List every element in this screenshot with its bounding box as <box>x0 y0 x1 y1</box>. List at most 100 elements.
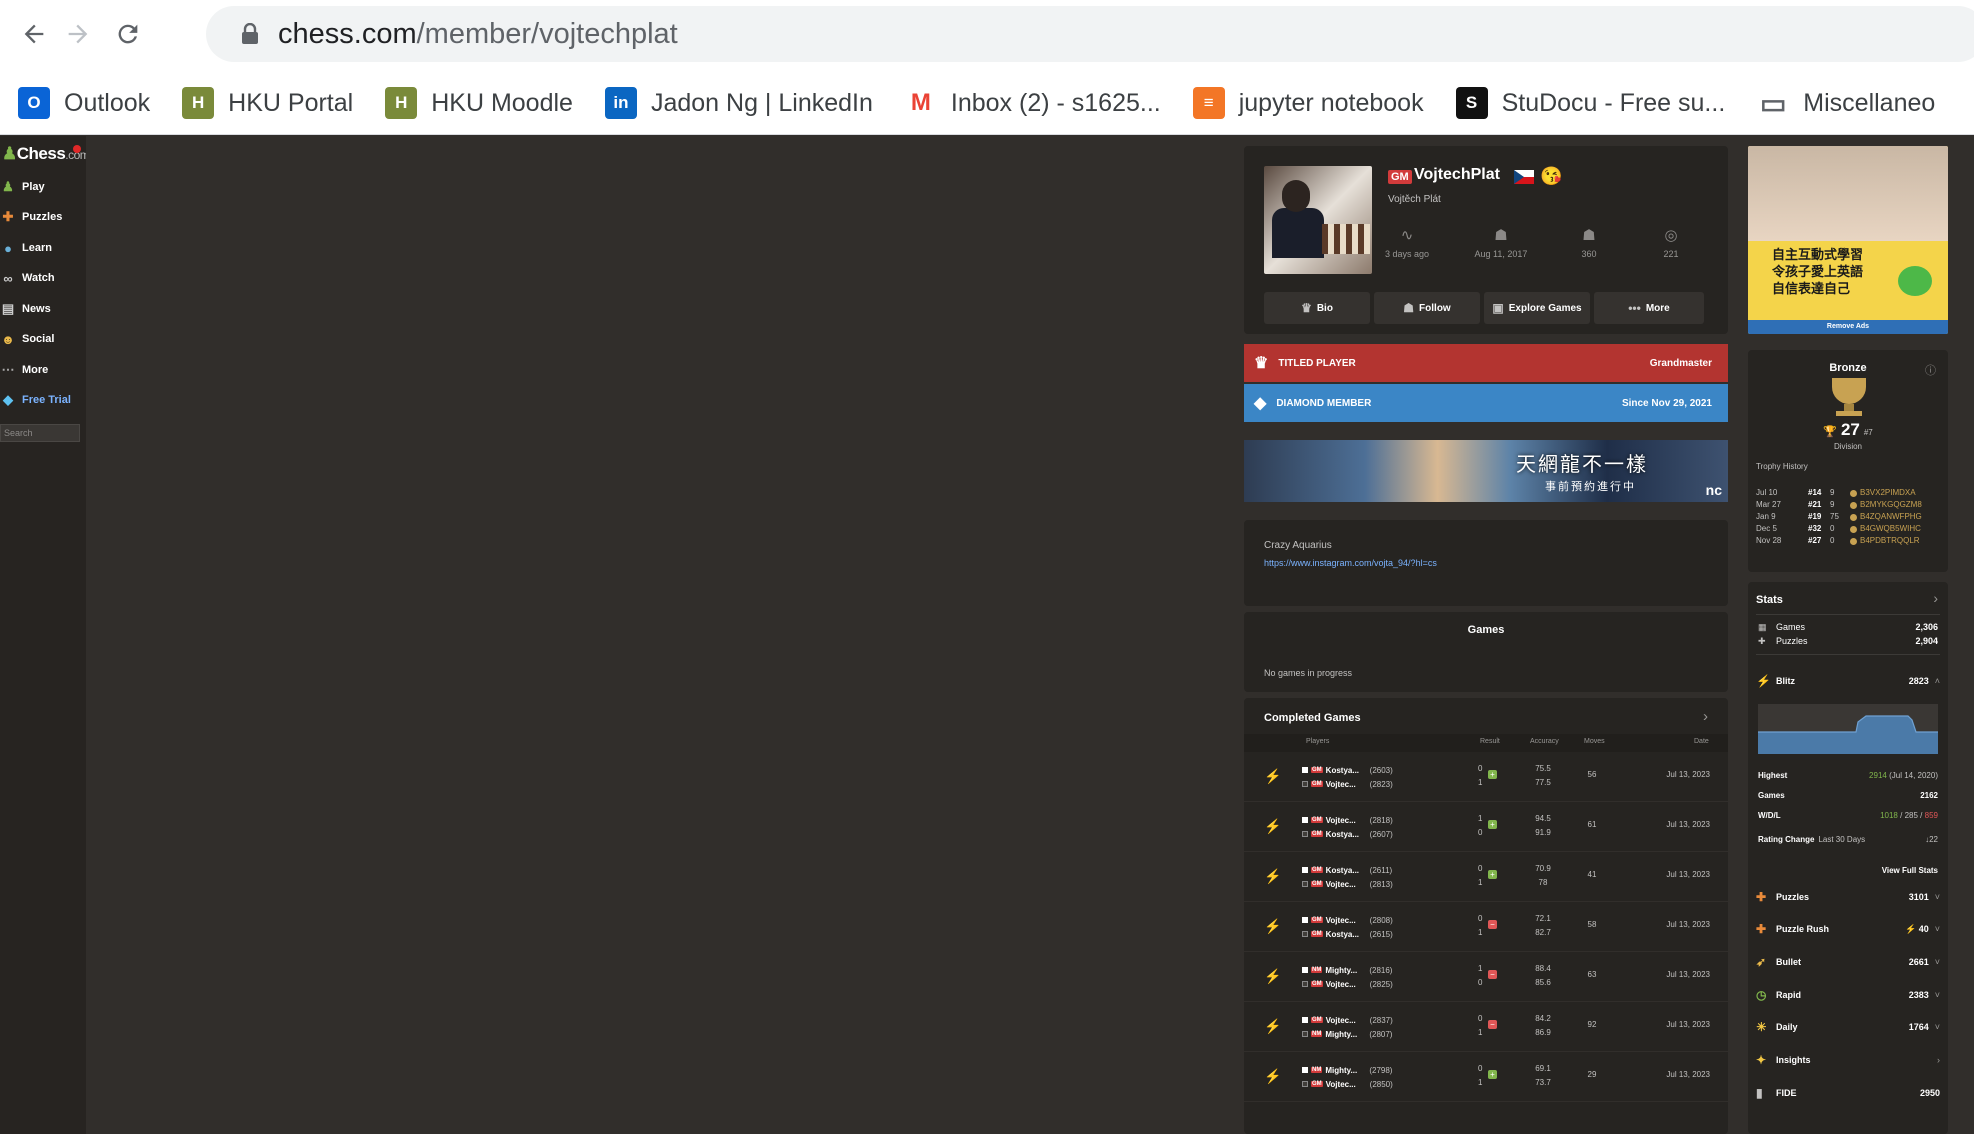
change-period: Last 30 Days <box>1818 834 1866 844</box>
sidebar-item-social[interactable]: ☻ Social <box>0 328 86 350</box>
stat-value: 2950 <box>1919 1088 1940 1098</box>
bookmark-outlook[interactable]: O Outlook <box>18 87 150 119</box>
forward-icon[interactable] <box>58 14 98 54</box>
reload-icon[interactable] <box>108 14 148 54</box>
blitz-row[interactable]: ⚡ Blitz 2823 ˄ <box>1756 670 1940 692</box>
stats-row-bullet[interactable]: ➶ Bullet 2661 ˅ <box>1756 951 1940 973</box>
game-row[interactable]: ⚡ GM Kostya... (2611) GM Vojtec... (2813) 0 1 +70… <box>1244 852 1728 902</box>
game-date: Jul 13, 2023 <box>1666 870 1710 879</box>
info-icon[interactable]: ⓘ <box>1925 362 1936 378</box>
chevron-down-icon: ˅ <box>1934 892 1940 902</box>
outlook-icon: O <box>18 87 50 119</box>
game-row[interactable]: ⚡ GM Vojtec... (2818) GM Kostya... (2607) 1 0 +94… <box>1244 802 1728 852</box>
side-ad[interactable]: 自主互動式學習 令孩子愛上英語 自信表達自己 Remove Ads <box>1748 146 1948 334</box>
player-black[interactable]: GM Kostya... (2615) <box>1302 928 1393 940</box>
player-white[interactable]: NM Mighty... (2816) <box>1302 964 1392 976</box>
player-black[interactable]: GM Vojtec... (2823) <box>1302 778 1393 790</box>
bookmark-jupyter[interactable]: ≡ jupyter notebook <box>1192 87 1424 119</box>
game-row[interactable]: ⚡ NM Mighty... (2816) GM Vojtec... (2825) 1 0− 88… <box>1244 952 1728 1002</box>
player-black[interactable]: GM Kostya... (2607) <box>1302 828 1393 840</box>
trophy-history-row[interactable]: Jan 9 #19 75 B4ZQANWFPHG <box>1756 512 1946 524</box>
sidebar-item-play[interactable]: ♟ Play <box>0 176 86 198</box>
game-row[interactable]: ⚡ GM Kostya... (2603) GM Vojtec... (2823) 0 1 +75… <box>1244 752 1728 802</box>
stats-row-rapid[interactable]: ◷ Rapid 2383 ˅ <box>1756 984 1940 1006</box>
bookmark-folder[interactable]: ▭ Miscellaneo <box>1757 87 1935 119</box>
bookmark-label: HKU Moodle <box>431 88 573 117</box>
game-row[interactable]: ⚡ GM Vojtec... (2808) GM Kostya... (2615) 0 1− 72… <box>1244 902 1728 952</box>
bookmark-linkedin[interactable]: in Jadon Ng | LinkedIn <box>604 87 873 119</box>
bookmark-gmail[interactable]: M Inbox (2) - s1625... <box>904 87 1161 119</box>
stats-title[interactable]: Stats <box>1756 594 1783 606</box>
completed-games-title[interactable]: Completed Games <box>1264 712 1361 724</box>
stats-row-insights[interactable]: ✦ Insights › <box>1756 1049 1940 1071</box>
history-rank: #27 <box>1808 536 1822 545</box>
blitz-rating-change: Rating Change Last 30 Days ↓22 <box>1758 832 1938 846</box>
accuracy-black: 73.7 <box>1535 1078 1551 1087</box>
stats-row-daily[interactable]: ☀ Daily 1764 ˅ <box>1756 1016 1940 1038</box>
sidebar-item-more[interactable]: ⋯ More <box>0 359 86 381</box>
player-name: Vojtec... <box>1325 915 1356 925</box>
sidebar-item-news[interactable]: ▤ News <box>0 298 86 320</box>
more-button[interactable]: ••• More <box>1594 292 1704 324</box>
player-white[interactable]: NM Mighty... (2798) <box>1302 1064 1392 1076</box>
sidebar-item-learn[interactable]: ● Learn <box>0 237 86 259</box>
explore-games-button[interactable]: ▣ Explore Games <box>1484 292 1590 324</box>
player-white[interactable]: GM Vojtec... (2808) <box>1302 914 1393 926</box>
stat-value: 2383 <box>1908 990 1929 1000</box>
result-black: 1 <box>1478 1028 1483 1037</box>
bookmark-hku-moodle[interactable]: H HKU Moodle <box>385 87 573 119</box>
player-black[interactable]: GM Vojtec... (2813) <box>1302 878 1393 890</box>
player-white[interactable]: GM Vojtec... (2818) <box>1302 814 1393 826</box>
bio-button[interactable]: ♛ Bio <box>1264 292 1370 324</box>
diamond-member-banner[interactable]: ◆ DIAMOND MEMBER Since Nov 29, 2021 <box>1244 384 1728 422</box>
chevron-right-icon[interactable]: › <box>1933 590 1938 606</box>
game-row[interactable]: ⚡ GM Vojtec... (2837) NM Mighty... (2807) 0 1− 84… <box>1244 1002 1728 1052</box>
divider <box>1756 614 1940 615</box>
titled-player-banner[interactable]: ♛ TITLED PLAYER Grandmaster <box>1244 344 1728 382</box>
player-white[interactable]: GM Kostya... (2603) <box>1302 764 1393 776</box>
player-name: Mighty... <box>1325 965 1358 975</box>
trophy-history-row[interactable]: Jul 10 #14 9 B3VX2PIMDXA <box>1756 488 1946 500</box>
moves-count: 29 <box>1587 1070 1597 1079</box>
stats-row-fide[interactable]: ▮ FIDE 2950 <box>1756 1082 1940 1104</box>
bookmark-hku-portal[interactable]: H HKU Portal <box>182 87 353 119</box>
chevron-right-icon[interactable]: › <box>1703 708 1708 725</box>
ad-banner[interactable]: 天網龍不一樣 事前預約進行中 nc <box>1244 440 1728 502</box>
back-icon[interactable] <box>14 14 54 54</box>
trophy-history-row[interactable]: Dec 5 #32 0 B4GWQB5WIHC <box>1756 524 1946 536</box>
more-icon: ⋯ <box>1 362 15 377</box>
view-full-stats-link[interactable]: View Full Stats <box>1882 866 1938 875</box>
trophy-history-row[interactable]: Mar 27 #21 9 B2MYKGQGZM8 <box>1756 500 1946 512</box>
chevron-right-icon: › <box>1937 1055 1940 1065</box>
follow-button[interactable]: ☗ Follow <box>1374 292 1480 324</box>
bookmark-studocu[interactable]: S StuDocu - Free su... <box>1455 87 1725 119</box>
trophy-history-row[interactable]: Nov 28 #27 0 B4PDBTRQQLR <box>1756 536 1946 548</box>
history-code: B2MYKGQGZM8 <box>1860 500 1922 509</box>
remove-ads-link[interactable]: Remove Ads <box>1748 320 1948 334</box>
player-rating: (2813) <box>1369 879 1393 889</box>
stats-row-puzzles[interactable]: ✚ Puzzles 3101 ˅ <box>1756 886 1940 908</box>
player-black[interactable]: NM Mighty... (2807) <box>1302 1028 1392 1040</box>
blitz-rating-graph[interactable] <box>1758 704 1938 754</box>
sidebar-item-puzzles[interactable]: ✚ Puzzles <box>0 206 86 228</box>
followers-stat[interactable]: ☗ 360 <box>1554 226 1624 259</box>
player-name: Vojtec... <box>1325 1015 1356 1025</box>
player-black[interactable]: GM Vojtec... (2850) <box>1302 1078 1393 1090</box>
stats-row-puzzle-rush[interactable]: ✚ Puzzle Rush ⚡ 40 ˅ <box>1756 918 1940 940</box>
stat-label: Puzzle Rush <box>1776 924 1830 934</box>
accuracy-white: 94.5 <box>1535 814 1551 823</box>
stat-value: 1764 <box>1908 1022 1929 1032</box>
avatar[interactable] <box>1264 166 1372 274</box>
player-black[interactable]: GM Vojtec... (2825) <box>1302 978 1393 990</box>
history-count: 0 <box>1830 524 1835 533</box>
player-white[interactable]: GM Kostya... (2611) <box>1302 864 1392 876</box>
game-row[interactable]: ⚡ NM Mighty... (2798) GM Vojtec... (2850) 0 1 +69… <box>1244 1052 1728 1102</box>
instagram-link[interactable]: https://www.instagram.com/vojta_94/?hl=c… <box>1264 558 1437 568</box>
moves-count: 41 <box>1587 870 1597 879</box>
sidebar-item-watch[interactable]: ∞ Watch <box>0 267 86 289</box>
address-bar[interactable]: chess.com/member/vojtechplat <box>206 6 1974 62</box>
sidebar-item-free-trial[interactable]: ◆ Free Trial <box>0 389 86 411</box>
search-input[interactable]: Search <box>0 424 80 442</box>
player-white[interactable]: GM Vojtec... (2837) <box>1302 1014 1393 1026</box>
moves-count: 61 <box>1587 820 1597 829</box>
